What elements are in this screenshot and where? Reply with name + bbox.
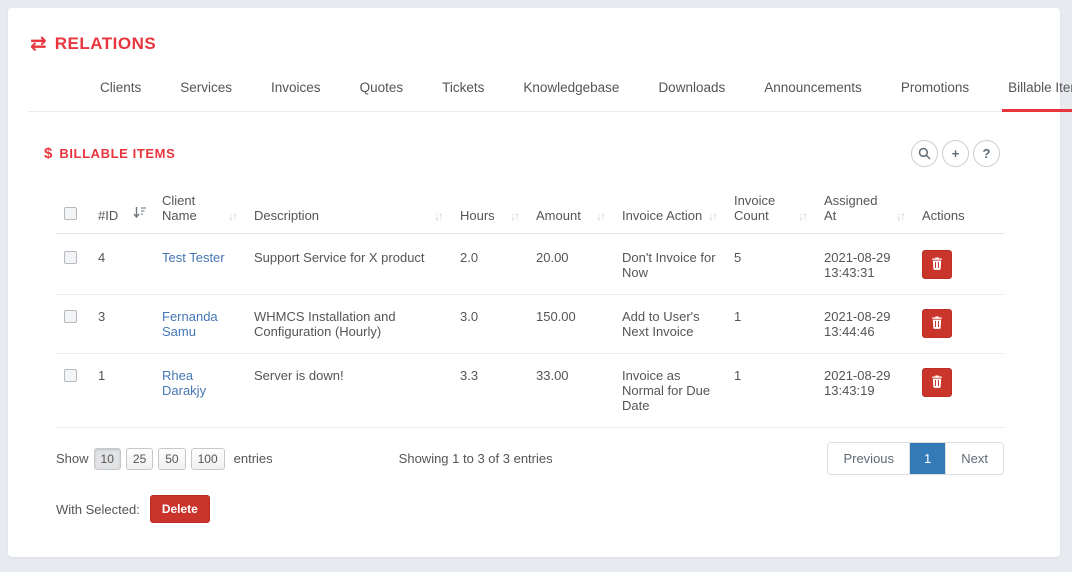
sort-both-icon: ↓↑: [798, 209, 808, 223]
tab-services[interactable]: Services: [174, 72, 238, 112]
entries-label: entries: [234, 451, 273, 466]
sort-both-icon: ↓↑: [896, 209, 906, 223]
sort-both-icon: ↓↑: [434, 209, 444, 223]
cell-amount: 33.00: [528, 354, 614, 428]
dollar-icon: $: [44, 145, 52, 162]
trash-icon: [931, 375, 943, 391]
tab-invoices[interactable]: Invoices: [265, 72, 327, 112]
billable-items-table: #ID Client Name ↓↑ Description: [56, 183, 1004, 428]
column-header-actions: Actions: [914, 183, 1004, 234]
cell-id: 3: [90, 295, 154, 354]
help-icon: ?: [983, 147, 991, 160]
column-header-assigned-at[interactable]: Assigned At ↓↑: [816, 183, 914, 234]
pagination-page-1[interactable]: 1: [910, 443, 946, 474]
tab-tickets[interactable]: Tickets: [436, 72, 490, 112]
cell-invoice-count: 1: [726, 295, 816, 354]
delete-row-button[interactable]: [922, 368, 952, 397]
search-button[interactable]: [911, 140, 938, 167]
cell-invoice-action: Add to User's Next Invoice: [614, 295, 726, 354]
cell-assigned-at: 2021-08-29 13:43:31: [816, 234, 914, 295]
section-bar: $ BILLABLE ITEMS + ?: [28, 112, 1040, 177]
row-checkbox[interactable]: [64, 251, 77, 264]
cell-description: Server is down!: [246, 354, 452, 428]
page-title-text: RELATIONS: [55, 34, 156, 54]
table-footer: Show 10 25 50 100 entries Showing 1 to 3…: [56, 442, 1004, 475]
client-link[interactable]: Fernanda Samu: [162, 309, 218, 339]
cell-description: Support Service for X product: [246, 234, 452, 295]
section-toolbar: + ?: [911, 140, 1040, 167]
page-size-selector: Show 10 25 50 100 entries: [56, 448, 273, 470]
trash-icon: [931, 257, 943, 273]
client-link[interactable]: Test Tester: [162, 250, 225, 265]
page-title: ⇄ RELATIONS: [28, 8, 1040, 58]
content-card: ⇄ RELATIONS Clients Services Invoices Qu…: [8, 8, 1060, 557]
cell-assigned-at: 2021-08-29 13:43:19: [816, 354, 914, 428]
tab-bar: Clients Services Invoices Quotes Tickets…: [28, 58, 1040, 112]
search-icon: [918, 147, 931, 160]
table-row: 1 Rhea Darakjy Server is down! 3.3 33.00…: [56, 354, 1004, 428]
cell-invoice-count: 5: [726, 234, 816, 295]
delete-row-button[interactable]: [922, 309, 952, 338]
help-button[interactable]: ?: [973, 140, 1000, 167]
sort-both-icon: ↓↑: [228, 209, 238, 223]
page-size-50[interactable]: 50: [158, 448, 185, 470]
cell-invoice-action: Invoice as Normal for Due Date: [614, 354, 726, 428]
sort-both-icon: ↓↑: [708, 209, 718, 223]
column-header-hours[interactable]: Hours ↓↑: [452, 183, 528, 234]
cell-hours: 3.0: [452, 295, 528, 354]
tab-announcements[interactable]: Announcements: [758, 72, 868, 112]
pagination-next[interactable]: Next: [946, 443, 1003, 474]
row-checkbox[interactable]: [64, 310, 77, 323]
header-checkbox-cell: [56, 183, 90, 234]
cell-hours: 3.3: [452, 354, 528, 428]
table-row: 3 Fernanda Samu WHMCS Installation and C…: [56, 295, 1004, 354]
cell-description: WHMCS Installation and Configuration (Ho…: [246, 295, 452, 354]
cell-hours: 2.0: [452, 234, 528, 295]
cell-amount: 20.00: [528, 234, 614, 295]
swap-arrows-icon: ⇄: [30, 34, 47, 54]
row-checkbox[interactable]: [64, 369, 77, 382]
column-header-invoice-action[interactable]: Invoice Action ↓↑: [614, 183, 726, 234]
with-selected-bar: With Selected: Delete: [56, 495, 1040, 523]
tab-quotes[interactable]: Quotes: [354, 72, 410, 112]
page-size-100[interactable]: 100: [191, 448, 225, 470]
page-size-10[interactable]: 10: [94, 448, 121, 470]
column-header-id[interactable]: #ID: [90, 183, 154, 234]
table-header-row: #ID Client Name ↓↑ Description: [56, 183, 1004, 234]
tab-clients[interactable]: Clients: [94, 72, 147, 112]
section-title: $ BILLABLE ITEMS: [44, 145, 175, 162]
tab-downloads[interactable]: Downloads: [652, 72, 731, 112]
add-button[interactable]: +: [942, 140, 969, 167]
column-header-amount[interactable]: Amount ↓↑: [528, 183, 614, 234]
cell-id: 4: [90, 234, 154, 295]
tab-promotions[interactable]: Promotions: [895, 72, 975, 112]
showing-status-text: Showing 1 to 3 of 3 entries: [399, 451, 828, 466]
page-size-25[interactable]: 25: [126, 448, 153, 470]
select-all-checkbox[interactable]: [64, 207, 77, 220]
client-link[interactable]: Rhea Darakjy: [162, 368, 206, 398]
sort-descending-icon: [133, 206, 146, 223]
column-header-invoice-count[interactable]: Invoice Count ↓↑: [726, 183, 816, 234]
column-header-client-name[interactable]: Client Name ↓↑: [154, 183, 246, 234]
cell-invoice-count: 1: [726, 354, 816, 428]
table-row: 4 Test Tester Support Service for X prod…: [56, 234, 1004, 295]
trash-icon: [931, 316, 943, 332]
cell-invoice-action: Don't Invoice for Now: [614, 234, 726, 295]
cell-amount: 150.00: [528, 295, 614, 354]
tab-billable-items[interactable]: Billable Items: [1002, 72, 1072, 112]
delete-selected-button[interactable]: Delete: [150, 495, 210, 523]
pagination-previous[interactable]: Previous: [828, 443, 910, 474]
show-label: Show: [56, 451, 89, 466]
cell-assigned-at: 2021-08-29 13:44:46: [816, 295, 914, 354]
pagination: Previous 1 Next: [827, 442, 1004, 475]
section-title-text: BILLABLE ITEMS: [59, 146, 175, 161]
plus-icon: +: [952, 147, 960, 160]
delete-row-button[interactable]: [922, 250, 952, 279]
with-selected-label: With Selected:: [56, 502, 140, 517]
sort-both-icon: ↓↑: [596, 209, 606, 223]
sort-both-icon: ↓↑: [510, 209, 520, 223]
cell-id: 1: [90, 354, 154, 428]
tab-knowledgebase[interactable]: Knowledgebase: [517, 72, 625, 112]
column-header-description[interactable]: Description ↓↑: [246, 183, 452, 234]
